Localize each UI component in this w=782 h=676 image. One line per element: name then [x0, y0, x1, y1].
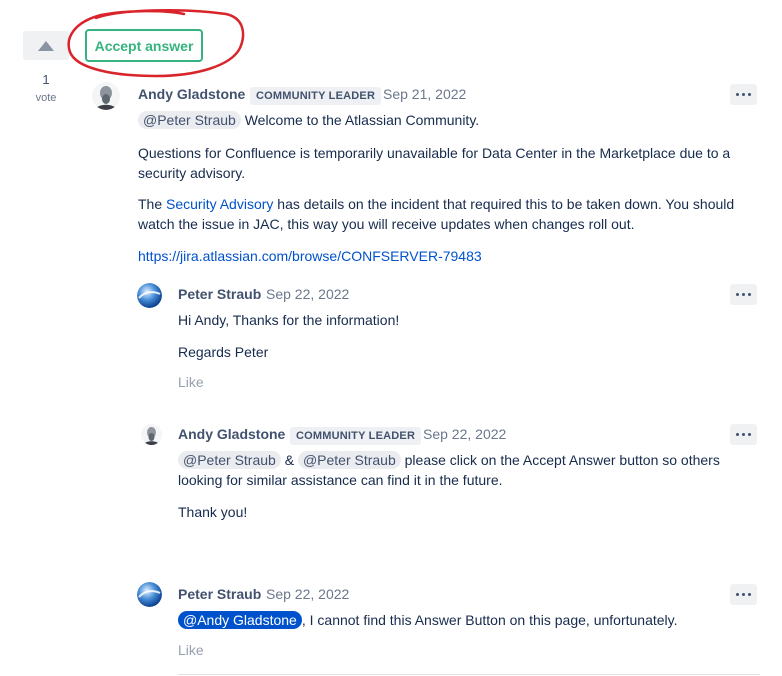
divider — [178, 674, 760, 675]
reply-body: @Peter Straub & @Peter Straub please cli… — [178, 450, 758, 490]
like-button[interactable]: Like — [178, 642, 204, 658]
post-date[interactable]: Sep 22, 2022 — [266, 586, 349, 602]
role-badge: COMMUNITY LEADER — [250, 87, 382, 105]
author-name[interactable]: Peter Straub — [178, 586, 261, 602]
post-date[interactable]: Sep 22, 2022 — [423, 426, 506, 442]
ampersand: & — [284, 452, 295, 468]
accept-answer-button[interactable]: Accept answer — [85, 29, 203, 62]
globe-avatar-icon — [137, 582, 162, 607]
para2-prefix: The — [138, 196, 167, 212]
more-dots-icon — [736, 93, 751, 96]
answer-paragraph-1: Questions for Confluence is temporarily … — [138, 145, 731, 181]
user-avatar-icon — [92, 82, 120, 110]
upvote-button[interactable] — [23, 31, 69, 60]
reply-text: , I cannot find this Answer Button on th… — [301, 612, 678, 628]
more-options-button[interactable] — [730, 584, 757, 605]
post-date[interactable]: Sep 21, 2022 — [383, 86, 466, 102]
avatar[interactable] — [141, 424, 162, 445]
role-badge: COMMUNITY LEADER — [290, 427, 422, 445]
user-mention[interactable]: @Peter Straub — [178, 451, 281, 469]
vote-label: vote — [35, 92, 57, 104]
security-advisory-link[interactable]: Security Advisory — [166, 196, 273, 212]
author-name[interactable]: Andy Gladstone — [178, 426, 285, 442]
more-dots-icon — [736, 293, 751, 296]
jira-issue-link[interactable]: https://jira.atlassian.com/browse/CONFSE… — [138, 246, 482, 266]
post-date[interactable]: Sep 22, 2022 — [266, 286, 349, 302]
avatar[interactable] — [92, 82, 120, 110]
more-dots-icon — [736, 593, 751, 596]
triangle-up-icon — [38, 40, 54, 51]
globe-avatar-icon — [137, 283, 162, 308]
reply-text: Thank you! — [178, 504, 248, 520]
reply-body: @Andy Gladstone, I cannot find this Answ… — [178, 610, 758, 630]
answer-paragraph-2: The Security Advisory has details on the… — [138, 194, 738, 234]
reply-text: Regards Peter — [178, 344, 269, 360]
user-mention-self[interactable]: @Andy Gladstone — [178, 611, 302, 629]
user-mention[interactable]: @Peter Straub — [138, 111, 241, 129]
like-button[interactable]: Like — [178, 374, 204, 390]
more-options-button[interactable] — [730, 424, 757, 445]
user-avatar-icon — [141, 424, 162, 445]
vote-count: 1 — [42, 72, 50, 87]
more-options-button[interactable] — [730, 284, 757, 305]
reply-text: Hi Andy, Thanks for the information! — [178, 312, 400, 328]
more-dots-icon — [736, 433, 751, 436]
author-name[interactable]: Peter Straub — [178, 286, 261, 302]
author-name[interactable]: Andy Gladstone — [138, 86, 245, 102]
avatar[interactable] — [137, 283, 162, 308]
greeting-line: @Peter Straub Welcome to the Atlassian C… — [138, 110, 479, 130]
more-options-button[interactable] — [730, 84, 757, 105]
avatar[interactable] — [137, 582, 162, 607]
user-mention[interactable]: @Peter Straub — [297, 451, 401, 469]
greeting-text: Welcome to the Atlassian Community. — [244, 112, 480, 128]
